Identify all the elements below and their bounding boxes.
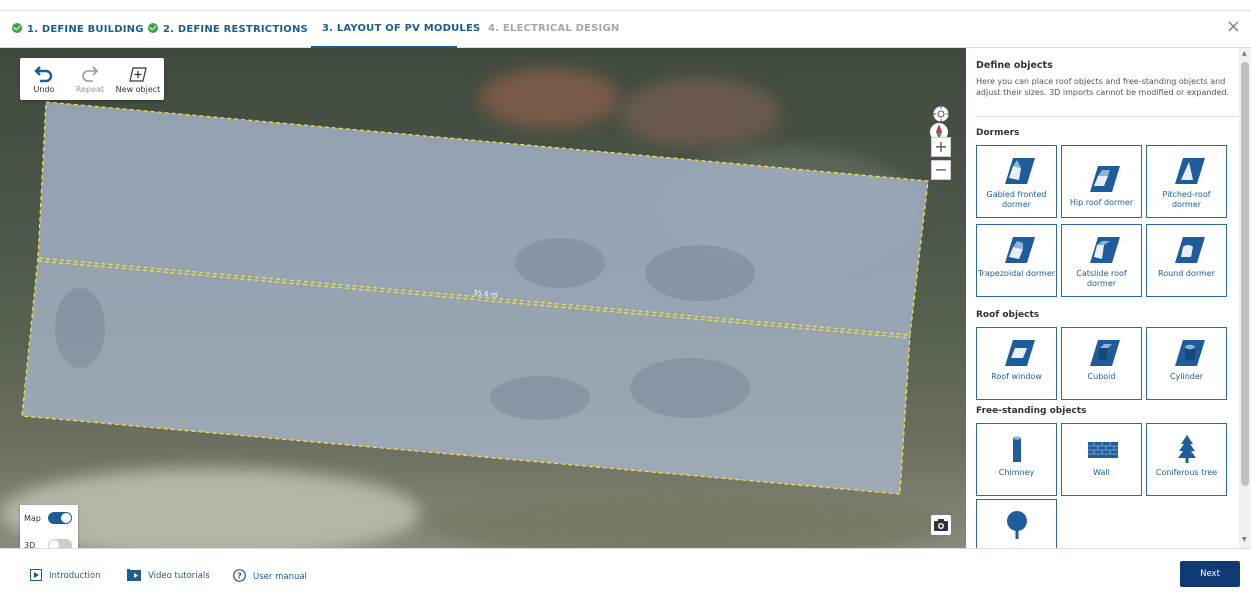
- next-button[interactable]: Next: [1180, 561, 1240, 587]
- redo-icon: [82, 66, 99, 82]
- repeat-button[interactable]: Repeat: [66, 58, 114, 100]
- tile-roof-window[interactable]: Roof window: [976, 327, 1057, 400]
- step-define-building[interactable]: 1. DEFINE BUILDING: [12, 23, 144, 35]
- 3d-toggle[interactable]: [48, 539, 72, 548]
- tile-cylinder[interactable]: Cylinder: [1146, 327, 1227, 400]
- tile-cuboid[interactable]: Cuboid: [1061, 327, 1142, 400]
- check-icon: [12, 23, 22, 33]
- edit-toolbar: Undo Repeat New object: [20, 58, 164, 100]
- tile-catslide-roof-dormer[interactable]: Catslide roof dormer: [1061, 224, 1142, 297]
- undo-icon: [34, 66, 53, 83]
- panel-scrollbar[interactable]: ▲ ▼: [1239, 48, 1251, 548]
- zoom-in-button[interactable]: +: [931, 137, 951, 157]
- section-title-free-standing-objects: Free-standing objects: [976, 406, 1087, 416]
- svg-text:?: ?: [237, 572, 242, 581]
- coniferous-tree-icon: [1177, 435, 1196, 463]
- top-strip: [0, 0, 1251, 11]
- panel-title: Define objects: [976, 60, 1053, 71]
- footer-bar: Introduction Video tutorials ? User manu…: [0, 548, 1251, 592]
- panel-description: Here you can place roof objects and free…: [976, 77, 1230, 97]
- roof-outline[interactable]: 35.6 m: [0, 48, 966, 548]
- divider: [976, 116, 1238, 117]
- camera-icon: [934, 519, 948, 531]
- video-tutorials-link[interactable]: Video tutorials: [127, 569, 210, 581]
- tile-gabled-fronted-dormer[interactable]: Gabled fronted dormer: [976, 145, 1057, 218]
- step-layout-pv-modules[interactable]: 3. LAYOUT OF PV MODULES: [322, 23, 480, 34]
- check-icon: [148, 23, 158, 33]
- introduction-link[interactable]: Introduction: [30, 569, 100, 581]
- tile-trapezoidal-dormer[interactable]: Trapezoidal dormer: [976, 224, 1057, 297]
- scroll-down-icon[interactable]: ▼: [1242, 536, 1247, 543]
- hip-roof-dormer-icon: [1089, 166, 1120, 192]
- 3d-toggle-label: 3D: [24, 541, 36, 548]
- crosshair-icon: [932, 105, 950, 123]
- scroll-up-icon[interactable]: ▲: [1242, 50, 1247, 57]
- undo-button[interactable]: Undo: [20, 58, 68, 100]
- tile-chimney[interactable]: Chimney: [976, 423, 1057, 496]
- new-object-button[interactable]: New object: [114, 58, 162, 100]
- tile-deciduous-tree[interactable]: [976, 499, 1057, 548]
- define-objects-panel: Define objects Here you can place roof o…: [966, 48, 1251, 548]
- new-object-icon: [129, 67, 147, 82]
- video-icon: [127, 569, 141, 581]
- tile-round-dormer[interactable]: Round dormer: [1146, 224, 1227, 297]
- chimney-icon: [1012, 436, 1021, 462]
- tile-hip-roof-dormer[interactable]: Hip roof dormer: [1061, 145, 1142, 218]
- tile-wall[interactable]: Wall: [1061, 423, 1142, 496]
- round-dormer-icon: [1174, 237, 1205, 263]
- section-title-roof-objects: Roof objects: [976, 310, 1040, 320]
- play-icon: [30, 569, 42, 581]
- close-icon[interactable]: ×: [1226, 18, 1241, 36]
- section-title-dormers: Dormers: [976, 128, 1020, 138]
- cylinder-icon: [1174, 340, 1205, 366]
- deciduous-tree-icon: [1006, 511, 1027, 539]
- step-navigation: 1. DEFINE BUILDING 2. DEFINE RESTRICTION…: [0, 11, 1251, 48]
- trapezoidal-dormer-icon: [1004, 237, 1035, 263]
- cuboid-icon: [1089, 340, 1120, 366]
- wall-icon: [1087, 442, 1118, 458]
- step-define-restrictions[interactable]: 2. DEFINE RESTRICTIONS: [148, 23, 308, 35]
- map-toggle[interactable]: [48, 512, 72, 524]
- user-manual-link[interactable]: ? User manual: [233, 569, 307, 582]
- pitched-roof-dormer-icon: [1174, 158, 1205, 184]
- map-view[interactable]: 35.6 m Undo Repeat New object N: [0, 48, 966, 548]
- gabled-fronted-dormer-icon: [1004, 158, 1035, 184]
- tile-coniferous-tree[interactable]: Coniferous tree: [1146, 423, 1227, 496]
- locate-button[interactable]: [931, 104, 951, 124]
- scrollbar-thumb[interactable]: [1241, 62, 1249, 486]
- tile-pitched-roof-dormer[interactable]: Pitched-roof dormer: [1146, 145, 1227, 218]
- zoom-out-button[interactable]: −: [931, 160, 951, 180]
- screenshot-button[interactable]: [931, 515, 951, 535]
- step-electrical-design: 4. ELECTRICAL DESIGN: [488, 23, 620, 34]
- map-toggle-label: Map: [24, 514, 41, 523]
- roof-window-icon: [1004, 340, 1035, 366]
- catslide-roof-dormer-icon: [1089, 237, 1120, 263]
- help-icon: ?: [233, 569, 246, 582]
- view-toggle-panel: Map 3D: [20, 505, 78, 548]
